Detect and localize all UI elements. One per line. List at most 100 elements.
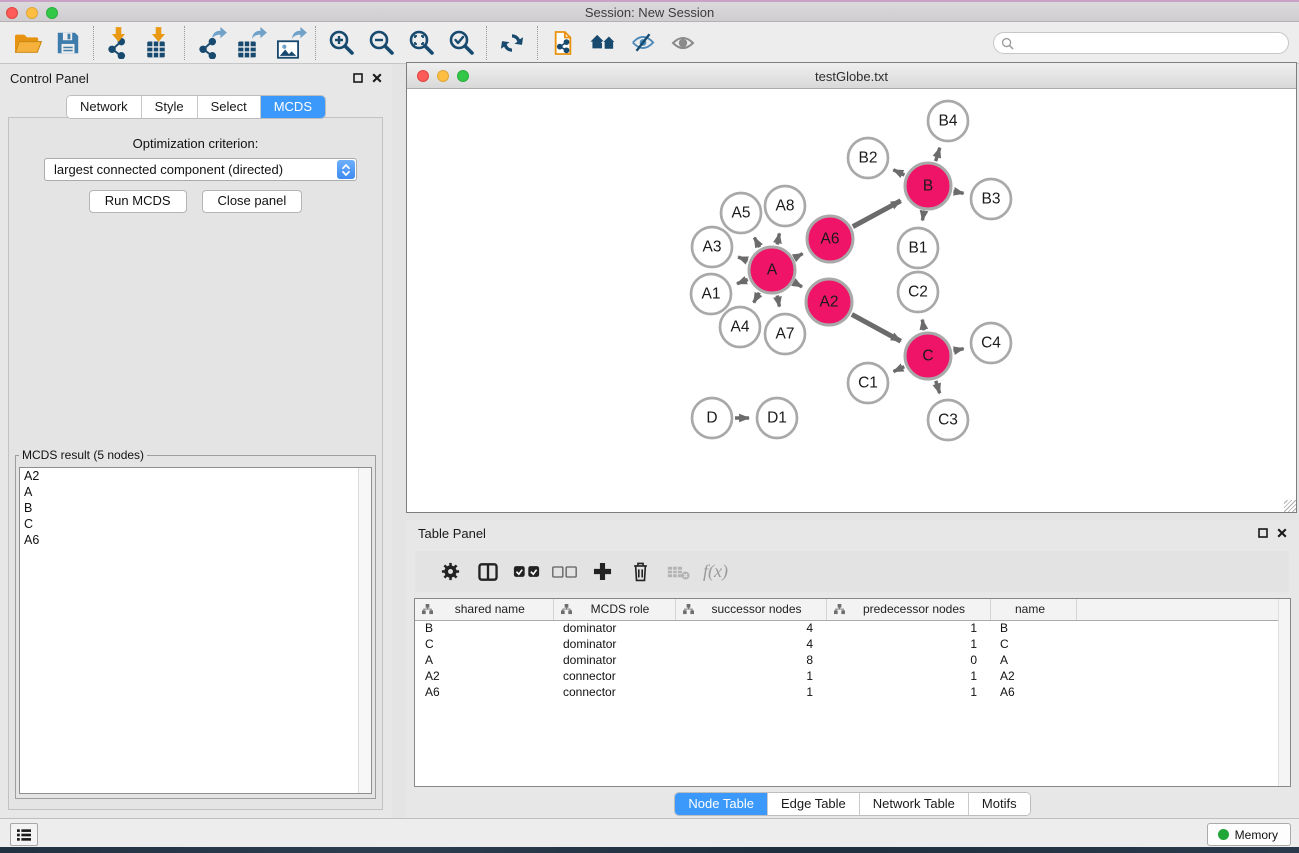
float-table-panel-icon[interactable] <box>1256 527 1270 539</box>
graph-edge-A-A5[interactable] <box>754 238 759 248</box>
column-header-successor-nodes[interactable]: successor nodes <box>675 599 826 620</box>
graph-node-A7[interactable]: A7 <box>765 314 805 354</box>
table-row[interactable]: Adominator80A <box>415 652 1290 668</box>
graph-node-B1[interactable]: B1 <box>898 228 938 268</box>
table-tab-edge-table[interactable]: Edge Table <box>767 793 859 815</box>
main-titlebar[interactable]: Session: New Session <box>0 2 1299 22</box>
open-folder-icon[interactable] <box>8 25 48 61</box>
mcds-result-item[interactable]: B <box>20 500 371 516</box>
mcds-result-item[interactable]: A <box>20 484 371 500</box>
zoom-in-icon[interactable] <box>321 25 361 61</box>
graph-edge-A-A2[interactable] <box>795 283 802 287</box>
hide-panel-icon[interactable] <box>623 25 663 61</box>
mcds-result-item[interactable]: A2 <box>20 468 371 484</box>
export-table-icon[interactable] <box>230 25 270 61</box>
search-field[interactable] <box>993 32 1289 54</box>
graph-node-A6[interactable]: A6 <box>807 216 853 262</box>
select-all-icon[interactable] <box>507 554 545 590</box>
add-icon[interactable] <box>583 554 621 590</box>
graph-edge-A-A4[interactable] <box>754 293 760 303</box>
close-table-panel-icon[interactable] <box>1275 527 1289 539</box>
graph-edge-B-B2[interactable] <box>893 170 904 175</box>
zoom-fit-icon[interactable] <box>401 25 441 61</box>
table-scrollbar[interactable] <box>1278 599 1290 786</box>
graph-node-A[interactable]: A <box>749 247 795 293</box>
graph-node-D1[interactable]: D1 <box>757 398 797 438</box>
graph-edge-C-C3[interactable] <box>936 381 940 393</box>
delete-table-icon[interactable] <box>659 554 697 590</box>
settings-icon[interactable] <box>431 554 469 590</box>
graph-edge-A-A6[interactable] <box>795 254 803 258</box>
export-image-icon[interactable] <box>270 25 310 61</box>
graph-edge-B-B1[interactable] <box>922 212 923 221</box>
tab-network[interactable]: Network <box>67 96 141 118</box>
graph-edge-A-A1[interactable] <box>737 280 748 284</box>
table-tab-node-table[interactable]: Node Table <box>675 793 767 815</box>
graph-node-C3[interactable]: C3 <box>928 400 968 440</box>
graph-edge-C-C2[interactable] <box>922 320 924 331</box>
column-header-name[interactable]: name <box>990 599 1076 620</box>
graph-node-D[interactable]: D <box>692 398 732 438</box>
graph-node-A1[interactable]: A1 <box>691 274 731 314</box>
graph-edge-C-C4[interactable] <box>953 349 963 351</box>
graph-node-C1[interactable]: C1 <box>848 363 888 403</box>
graph-edge-C-C1[interactable] <box>894 367 905 372</box>
home-icon[interactable] <box>583 25 623 61</box>
tab-select[interactable]: Select <box>197 96 260 118</box>
run-mcds-button[interactable]: Run MCDS <box>89 190 187 213</box>
graph-node-A5[interactable]: A5 <box>721 193 761 233</box>
graph-node-C4[interactable]: C4 <box>971 323 1011 363</box>
graph-edge-A-A3[interactable] <box>738 257 748 261</box>
window-resize-grip[interactable] <box>1284 500 1296 512</box>
function-builder-icon[interactable]: f(x) <box>703 561 728 582</box>
network-window-titlebar[interactable]: testGlobe.txt <box>407 63 1296 89</box>
graph-node-A8[interactable]: A8 <box>765 186 805 226</box>
graph-node-C[interactable]: C <box>905 333 951 379</box>
close-panel-button[interactable]: Close panel <box>202 190 303 213</box>
graph-edge-A2-C[interactable] <box>852 314 901 341</box>
columns-icon[interactable] <box>469 554 507 590</box>
zoom-selected-icon[interactable] <box>441 25 481 61</box>
delete-icon[interactable] <box>621 554 659 590</box>
tab-style[interactable]: Style <box>141 96 197 118</box>
result-scrollbar[interactable] <box>358 468 371 793</box>
table-row[interactable]: A6connector11A6 <box>415 684 1290 700</box>
graph-node-B4[interactable]: B4 <box>928 101 968 141</box>
column-header-MCDS-role[interactable]: MCDS role <box>553 599 675 620</box>
table-row[interactable]: Bdominator41B <box>415 620 1290 636</box>
close-panel-icon[interactable] <box>370 72 384 84</box>
criterion-dropdown[interactable]: largest connected component (directed) <box>44 158 357 181</box>
task-history-button[interactable] <box>10 823 38 846</box>
column-header-shared-name[interactable]: shared name <box>415 599 553 620</box>
table-row[interactable]: Cdominator41C <box>415 636 1290 652</box>
import-network-icon[interactable] <box>99 25 139 61</box>
graph-edge-B-B4[interactable] <box>936 148 940 161</box>
zoom-out-icon[interactable] <box>361 25 401 61</box>
mcds-result-item[interactable]: C <box>20 516 371 532</box>
graph-node-B[interactable]: B <box>905 163 951 209</box>
table-row[interactable]: A2connector11A2 <box>415 668 1290 684</box>
graph-node-C2[interactable]: C2 <box>898 272 938 312</box>
graph-node-A3[interactable]: A3 <box>692 227 732 267</box>
memory-button[interactable]: Memory <box>1207 823 1291 846</box>
graph-node-A2[interactable]: A2 <box>806 279 852 325</box>
mcds-result-list[interactable]: A2ABCA6 <box>19 467 372 794</box>
export-network-icon[interactable] <box>190 25 230 61</box>
float-panel-icon[interactable] <box>351 72 365 84</box>
search-input[interactable] <box>1014 36 1288 50</box>
mcds-result-item[interactable]: A6 <box>20 532 371 548</box>
save-icon[interactable] <box>48 25 88 61</box>
import-table-icon[interactable] <box>139 25 179 61</box>
deselect-all-icon[interactable] <box>545 554 583 590</box>
graph-edge-B-B3[interactable] <box>953 191 963 193</box>
column-header-predecessor-nodes[interactable]: predecessor nodes <box>826 599 990 620</box>
show-panel-icon[interactable] <box>663 25 703 61</box>
graph-node-B2[interactable]: B2 <box>848 138 888 178</box>
network-from-doc-icon[interactable] <box>543 25 583 61</box>
table-tab-motifs[interactable]: Motifs <box>968 793 1030 815</box>
graph-edge-A-A8[interactable] <box>777 233 779 244</box>
table-tab-network-table[interactable]: Network Table <box>859 793 968 815</box>
graph-edge-A6-B[interactable] <box>853 201 901 227</box>
graph-node-A4[interactable]: A4 <box>720 307 760 347</box>
network-canvas[interactable]: B4B2BB3B1A5A8A6A3AA1A2C2A4A7C4CC1C3DD1 <box>407 89 1296 512</box>
